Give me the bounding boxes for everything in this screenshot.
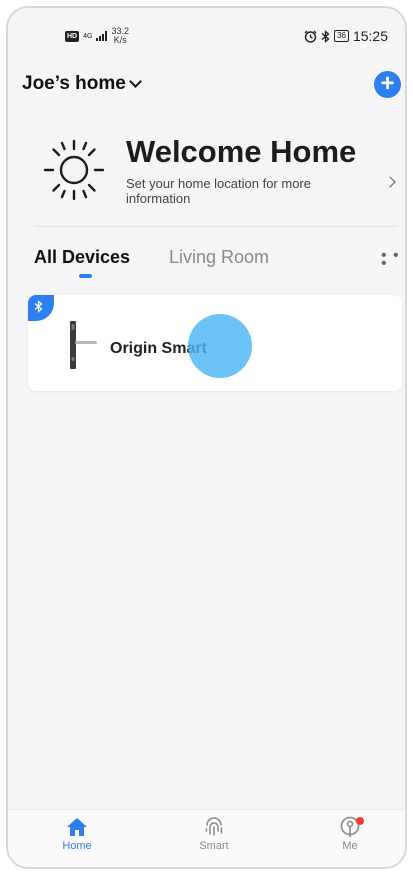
bottom-nav: Home Smart Me — [8, 809, 405, 867]
active-tab-indicator — [79, 274, 92, 278]
speed-unit: K/s — [113, 35, 127, 45]
hd-badge: HD — [65, 30, 80, 42]
divider — [34, 226, 398, 227]
home-selector[interactable]: Joe’s home — [22, 73, 142, 95]
nav-smart[interactable]: Smart — [179, 816, 249, 852]
nav-smart-label: Smart — [199, 840, 229, 852]
network-type: 4G — [83, 32, 93, 40]
bluetooth-icon — [34, 300, 43, 313]
more-options-button[interactable]: • • • — [381, 248, 405, 272]
status-bar: HD 4G 33.2 K/s 36 15:25 — [8, 8, 405, 48]
alarm-icon — [304, 30, 317, 43]
nav-home-label: Home — [62, 840, 92, 852]
nav-home[interactable]: Home — [42, 816, 112, 852]
chevron-right-icon — [384, 176, 396, 188]
bluetooth-badge — [28, 295, 54, 321]
smart-lock-icon — [70, 321, 97, 369]
touch-indicator — [188, 314, 252, 378]
tab-all-devices[interactable]: All Devices — [34, 247, 130, 268]
clock: 15:25 — [352, 28, 388, 44]
smart-icon — [205, 817, 223, 836]
tab-living-room[interactable]: Living Room — [169, 247, 269, 268]
add-device-button[interactable]: + — [374, 71, 401, 98]
network-speed: 33.2 K/s — [111, 27, 129, 45]
welcome-subtitle: Set your home location for more informat… — [126, 176, 311, 206]
sun-icon — [43, 139, 105, 201]
home-name: Joe’s home — [22, 73, 126, 94]
welcome-title: Welcome Home — [126, 134, 357, 169]
bluetooth-status-icon — [321, 29, 330, 43]
home-icon — [67, 818, 87, 836]
status-left: HD 4G 33.2 K/s — [65, 27, 129, 45]
welcome-banner[interactable]: Welcome Home Set your home location for … — [22, 126, 400, 216]
notification-dot — [356, 817, 364, 825]
chevron-down-icon — [128, 75, 142, 88]
phone-screen: HD 4G 33.2 K/s 36 15:25 Joe’s home + Wel… — [6, 6, 407, 869]
status-right: 36 15:25 — [304, 28, 388, 44]
battery-icon: 36 — [334, 30, 349, 42]
nav-me[interactable]: Me — [315, 816, 385, 852]
nav-me-label: Me — [342, 840, 358, 852]
signal-icon — [96, 31, 108, 41]
more-icon: • • • — [381, 247, 400, 272]
plus-icon: + — [380, 70, 395, 97]
